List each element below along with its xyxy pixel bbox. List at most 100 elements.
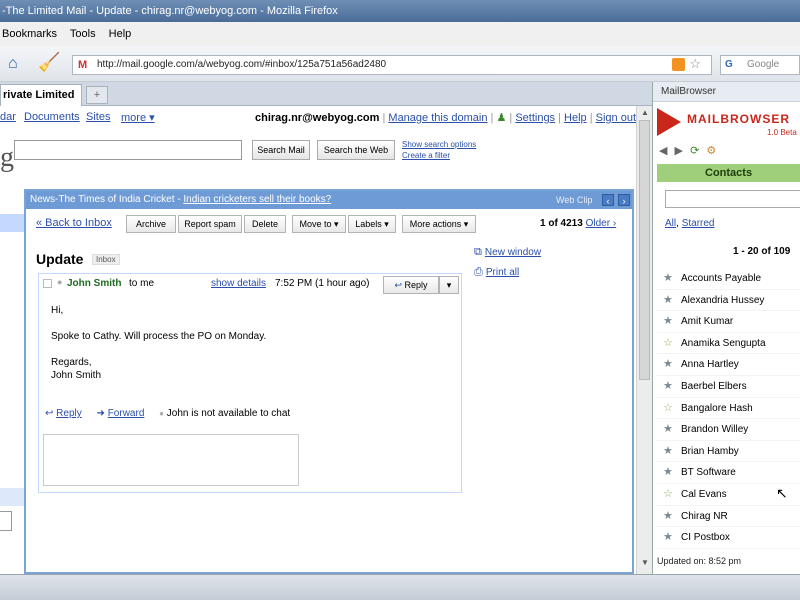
contact-row[interactable]: ★ Accounts Payable [657,268,800,290]
star-filled-icon[interactable]: ★ [663,311,673,333]
mail-search-input[interactable] [14,140,242,160]
labels-button[interactable]: Labels ▾ [348,215,396,233]
gmail-favicon-icon: M [78,59,88,71]
forward-link[interactable]: Forward [108,408,145,419]
version-text: 1.0 Beta [767,128,797,137]
sign-out-link[interactable]: Sign out [596,112,636,124]
nav-more[interactable]: more ▾ [121,111,155,124]
star-filled-icon[interactable]: ★ [663,527,673,549]
contact-filter-input[interactable] [665,190,800,208]
back-to-inbox-link[interactable]: « Back to Inbox [36,217,112,229]
count-text: 1 of 4213 [540,218,583,229]
bookmark-star-icon[interactable]: ☆ [689,55,701,73]
web-clip-link[interactable]: Indian cricketers sell their books? [183,194,331,205]
presence-icon: ● [57,277,63,287]
new-window-item[interactable]: ⧉ New window [474,246,541,259]
contact-row[interactable]: ☆ Anamika Sengupta [657,333,800,355]
help-link[interactable]: Help [564,112,587,124]
contact-row[interactable]: ★ Brandon Willey [657,419,800,441]
action-bar: « Back to Inbox Archive Report spam Dele… [32,215,628,237]
contact-row[interactable]: ★ Amit Kumar [657,311,800,333]
mailbrowser-logo: MAILBROWSER 1.0 Beta [657,106,800,146]
nav-sites[interactable]: Sites [86,111,110,123]
browser-tab[interactable]: rivate Limited ... [0,84,82,121]
tab-contacts[interactable]: Contacts [657,164,800,182]
refresh-icon[interactable]: ⟳ [690,145,699,157]
sender-name[interactable]: John Smith [67,278,121,289]
contact-row[interactable]: ★ Baerbel Elbers [657,376,800,398]
contact-name: Anamika Sengupta [681,337,766,349]
star-filled-icon[interactable]: ★ [663,354,673,376]
star-outline-icon[interactable]: ☆ [663,333,673,355]
web-clip-label: Web Clip [556,195,593,205]
show-details-link[interactable]: show details [211,278,266,289]
star-outline-icon[interactable]: ☆ [663,484,673,506]
star-filled-icon[interactable]: ★ [663,462,673,484]
settings-gear-icon[interactable]: ⚙ [706,145,716,157]
rss-icon[interactable] [672,58,685,71]
older-link[interactable]: Older › [586,218,617,229]
print-all-link[interactable]: Print all [486,267,519,278]
menu-bookmarks[interactable]: Bookmarks [2,28,57,40]
recipient: to me [129,278,155,289]
star-filled-icon[interactable]: ★ [663,290,673,312]
filter-starred-link[interactable]: Starred [682,218,715,229]
menu-help[interactable]: Help [109,28,132,40]
contact-row[interactable]: ★ Alexandria Hussey [657,290,800,312]
scroll-thumb[interactable] [639,120,650,380]
new-tab-button[interactable]: + [86,86,108,104]
star-outline-icon[interactable]: ☆ [663,398,673,420]
mouse-cursor-icon: ↖ [776,485,788,501]
contact-name: CI Postbox [681,532,730,544]
nav-calendar[interactable]: dar [0,111,16,123]
home-icon[interactable]: ⌂ [8,55,18,73]
expand-checkbox[interactable] [43,279,52,288]
inbox-label-badge[interactable]: Inbox [92,254,120,265]
web-search-box[interactable]: G Google [720,55,800,75]
star-filled-icon[interactable]: ★ [663,268,673,290]
contact-row[interactable]: ★ BT Software [657,462,800,484]
contact-row[interactable]: ★ CI Postbox [657,527,800,549]
forward-nav-icon[interactable]: ▶ [675,145,683,157]
archive-button[interactable]: Archive [126,215,176,233]
scroll-down-icon[interactable]: ▼ [641,558,649,567]
contact-row[interactable]: ★ Chirag NR [657,506,800,528]
star-filled-icon[interactable]: ★ [663,419,673,441]
contact-row[interactable]: ★ Anna Hartley [657,354,800,376]
delete-button[interactable]: Delete [244,215,286,233]
star-filled-icon[interactable]: ★ [663,376,673,398]
broom-icon[interactable]: 🧹 [38,52,60,73]
reply-link[interactable]: Reply [56,408,82,419]
left-input-fragment[interactable] [0,511,12,531]
filter-all-link[interactable]: All [665,218,676,229]
report-spam-button[interactable]: Report spam [178,215,242,233]
manage-domain-link[interactable]: Manage this domain [388,112,487,124]
contact-row[interactable]: ☆ Bangalore Hash [657,398,800,420]
more-actions-button[interactable]: More actions ▾ [402,215,476,233]
gmail-logo-fragment: g [0,142,14,173]
search-web-button[interactable]: Search the Web [317,140,395,160]
create-filter-link[interactable]: Create a filter [402,150,476,161]
nav-documents[interactable]: Documents [24,111,80,123]
move-to-button[interactable]: Move to ▾ [292,215,346,233]
back-nav-icon[interactable]: ◀ [659,145,667,157]
star-filled-icon[interactable]: ★ [663,441,673,463]
new-window-link[interactable]: New window [485,247,541,258]
reply-arrow-icon: ↩ [394,280,402,290]
search-mail-button[interactable]: Search Mail [252,140,310,160]
scroll-up-icon[interactable]: ▲ [641,108,649,117]
menu-tools[interactable]: Tools [70,28,96,40]
next-clip-icon[interactable]: › [618,194,630,206]
show-search-options-link[interactable]: Show search options [402,139,476,150]
contact-row[interactable]: ★ Brian Hamby [657,441,800,463]
reply-button[interactable]: ↩ Reply [383,276,439,294]
reply-menu-button[interactable]: ▾ [439,276,459,294]
star-filled-icon[interactable]: ★ [663,506,673,528]
address-bar[interactable]: M http://mail.google.com/a/webyog.com/#i… [72,55,712,75]
prev-clip-icon[interactable]: ‹ [602,194,614,206]
quick-reply-box[interactable] [43,434,299,486]
print-all-item[interactable]: ⎙ Print all [474,266,519,279]
page-scrollbar[interactable]: ▲ ▼ [636,106,652,574]
settings-link[interactable]: Settings [515,112,555,124]
contact-name: Cal Evans [681,488,727,500]
